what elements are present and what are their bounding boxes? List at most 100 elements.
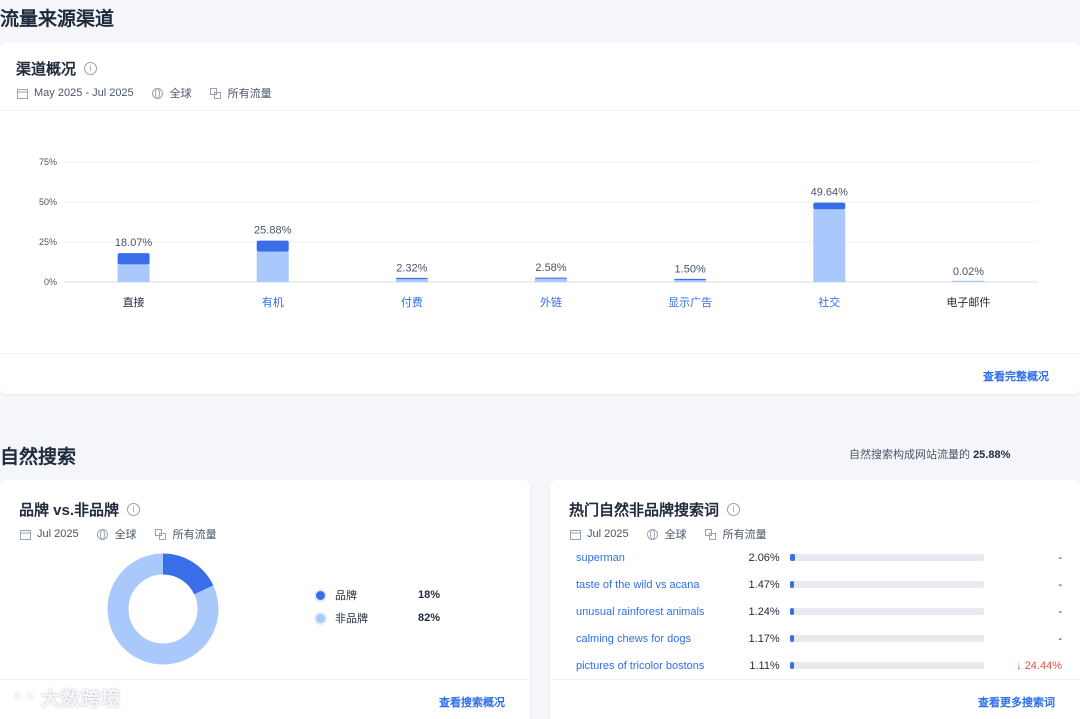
bar-segment — [952, 280, 985, 282]
bar-total-label: 49.64% — [811, 187, 849, 199]
overview-date: May 2025 - Jul 2025 — [34, 87, 134, 99]
keyword-bar-fill — [789, 581, 794, 588]
traffic-icon — [705, 528, 717, 540]
bar-total-label: 25.88% — [254, 225, 292, 237]
keywords-table: superman 2.06% - taste of the wild vs ac… — [576, 544, 1062, 679]
y-tick-label: 25% — [39, 237, 57, 247]
bar-total-label: 2.58% — [535, 262, 566, 274]
view-full-overview-link[interactable]: 查看完整概况 — [983, 368, 1049, 384]
keyword-bar — [789, 581, 984, 588]
keywords-traffic: 所有流量 — [722, 529, 767, 541]
organic-share: 自然搜索构成网站流量的 25.88% — [849, 446, 1010, 462]
keyword-change: ↓ 24.44% — [984, 660, 1062, 672]
organic-share-value: 25.88% — [973, 449, 1011, 461]
keyword-share: 2.06% — [748, 551, 780, 564]
keyword-change-value: 24.44% — [1024, 659, 1062, 672]
bar-segment — [256, 240, 289, 252]
y-tick-label: 50% — [39, 197, 57, 207]
info-icon[interactable]: i — [727, 503, 741, 516]
brand-meta: Jul 2025 全球 所有流量 — [19, 526, 217, 542]
keyword-bar-fill — [789, 635, 794, 642]
x-category-label: 直接 — [123, 295, 145, 309]
info-icon[interactable]: i — [127, 503, 141, 516]
organic-section-title: 自然搜索 — [0, 447, 77, 468]
bar-segment — [256, 251, 289, 282]
bar-segment — [535, 278, 567, 282]
channel-overview-card: 渠道概况 i May 2025 - Jul 2025 全球 所有流量 0% 25%… — [0, 42, 1080, 394]
keywords-title-row: 热门自然非品牌搜索词 i — [569, 499, 767, 520]
arrow-down-icon: ↓ — [1016, 659, 1025, 672]
overview-traffic: 所有流量 — [227, 88, 272, 100]
x-category-label: 电子邮件 — [946, 296, 990, 309]
legend-label: 品牌 — [335, 590, 357, 602]
channel-bar-chart: 0% 25% 50% 75% 18.07% 直接 25.88% 有机 2.32% 付费 2.58% 外… — [39, 157, 1038, 309]
overview-meta: May 2025 - Jul 2025 全球 所有流量 — [16, 85, 272, 101]
traffic-icon — [210, 87, 222, 99]
y-tick-label: 0% — [44, 277, 57, 287]
globe-icon — [647, 528, 659, 540]
keyword-share: 1.17% — [748, 632, 780, 645]
table-row: pictures of tricolor bostons 1.11% ↓ 24.… — [576, 652, 1062, 679]
brand-title-row: 品牌 vs.非品牌 i — [19, 499, 217, 520]
bar-segment — [813, 209, 846, 282]
globe-icon — [97, 528, 109, 540]
bar-total-label: 2.32% — [396, 262, 427, 274]
legend-value: 18% — [417, 589, 440, 601]
traffic-icon — [155, 528, 167, 540]
bar-total-label: 0.02% — [953, 266, 984, 278]
organic-share-text: 自然搜索构成网站流量的 — [849, 449, 970, 461]
keyword-link[interactable]: superman — [576, 552, 733, 564]
keyword-bar — [789, 608, 984, 615]
bar-segment — [674, 278, 707, 281]
keyword-bar-fill — [789, 554, 795, 561]
bar-segment — [535, 277, 567, 279]
table-row: unusual rainforest animals 1.24% - — [576, 598, 1062, 625]
logo-icon: ◔◔ — [10, 686, 35, 708]
keywords-date: Jul 2025 — [587, 528, 629, 540]
keyword-share: 1.47% — [748, 578, 780, 591]
keywords-region: 全球 — [664, 529, 687, 541]
view-search-overview-link[interactable]: 查看搜索概况 — [439, 694, 505, 710]
keyword-link[interactable]: calming chews for dogs — [576, 633, 733, 645]
keyword-share: 1.11% — [749, 659, 780, 672]
table-row: superman 2.06% - — [576, 544, 1062, 571]
overview-region: 全球 — [169, 88, 192, 100]
keyword-bar-fill — [789, 662, 794, 669]
view-more-keywords-link[interactable]: 查看更多搜索词 — [978, 694, 1055, 710]
watermark: ◔◔ 大数跨境 — [10, 684, 121, 711]
keyword-bar-fill — [789, 608, 794, 615]
brand-donut-chart — [107, 553, 219, 665]
x-category-label: 付费 — [401, 296, 423, 309]
keyword-share: 1.24% — [748, 605, 780, 618]
calendar-icon — [16, 87, 28, 99]
bar-segment — [117, 264, 150, 282]
page-title: 流量来源渠道 — [0, 9, 115, 30]
legend-brand[interactable]: 品牌 18% — [316, 587, 440, 603]
calendar-icon — [569, 528, 581, 540]
keywords-meta: Jul 2025 全球 所有流量 — [569, 526, 767, 542]
legend-value: 82% — [417, 612, 440, 624]
brand-region: 全球 — [114, 529, 137, 541]
keyword-change: - — [1058, 632, 1062, 645]
bar-segment — [395, 279, 428, 282]
overview-title: 渠道概况 — [16, 61, 77, 78]
keyword-change: - — [1058, 578, 1062, 591]
legend-dot — [316, 613, 325, 623]
y-tick-label: 75% — [39, 157, 57, 167]
legend-nonbrand[interactable]: 非品牌 82% — [316, 610, 440, 626]
keyword-bar — [789, 662, 984, 669]
bar-segment — [395, 277, 428, 280]
calendar-icon — [19, 528, 31, 540]
bar-total-label: 1.50% — [675, 264, 706, 276]
x-category-label: 外链 — [540, 295, 562, 309]
keyword-link[interactable]: pictures of tricolor bostons — [576, 660, 733, 672]
bar-segment — [117, 253, 150, 265]
keyword-link[interactable]: taste of the wild vs acana — [576, 579, 733, 591]
keyword-bar — [789, 635, 984, 642]
globe-icon — [152, 87, 164, 99]
info-icon[interactable]: i — [84, 62, 98, 75]
keyword-link[interactable]: unusual rainforest animals — [576, 606, 733, 618]
brand-title: 品牌 vs.非品牌 — [19, 502, 120, 519]
bar-segment — [813, 202, 846, 210]
bar-segment — [674, 280, 707, 282]
